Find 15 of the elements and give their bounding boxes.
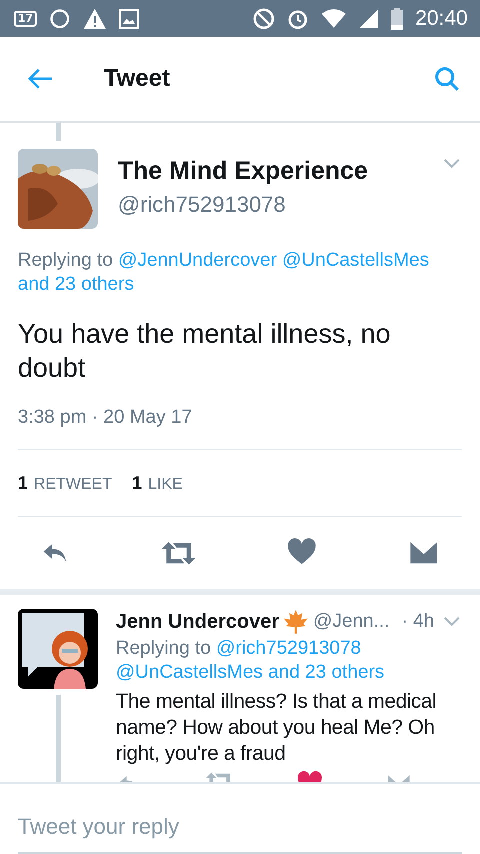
user-handle: @rich752913078	[118, 192, 287, 218]
clock-time: 20:40	[415, 6, 468, 30]
replying-to-text: Replying to @rich752913078 @UnCastellsMes and 23 others	[116, 637, 386, 685]
user-name: The Mind Experience	[118, 157, 368, 186]
tweet-text: You have the mental illness, no doubt	[18, 318, 392, 385]
tweet-age: · 4h	[402, 611, 436, 633]
user-handle: @Jenn...	[313, 611, 390, 633]
reply-text: The mental illness? Is that a medical name? How about you heal Me? Oh right, you're a fraud	[116, 689, 438, 767]
stat-count[interactable]: 1 RETWEET	[18, 472, 112, 494]
stat-count[interactable]: 1 LIKE	[132, 472, 183, 494]
page-title: Tweet	[104, 65, 172, 93]
user-name: Jenn Undercover	[116, 610, 280, 634]
tweet-timestamp: 3:38 pm · 20 May 17	[18, 407, 462, 450]
replying-to-text: Replying to @JennUndercover @UnCastellsMes and 23 others	[18, 249, 430, 297]
notification-count: 17	[14, 10, 38, 26]
